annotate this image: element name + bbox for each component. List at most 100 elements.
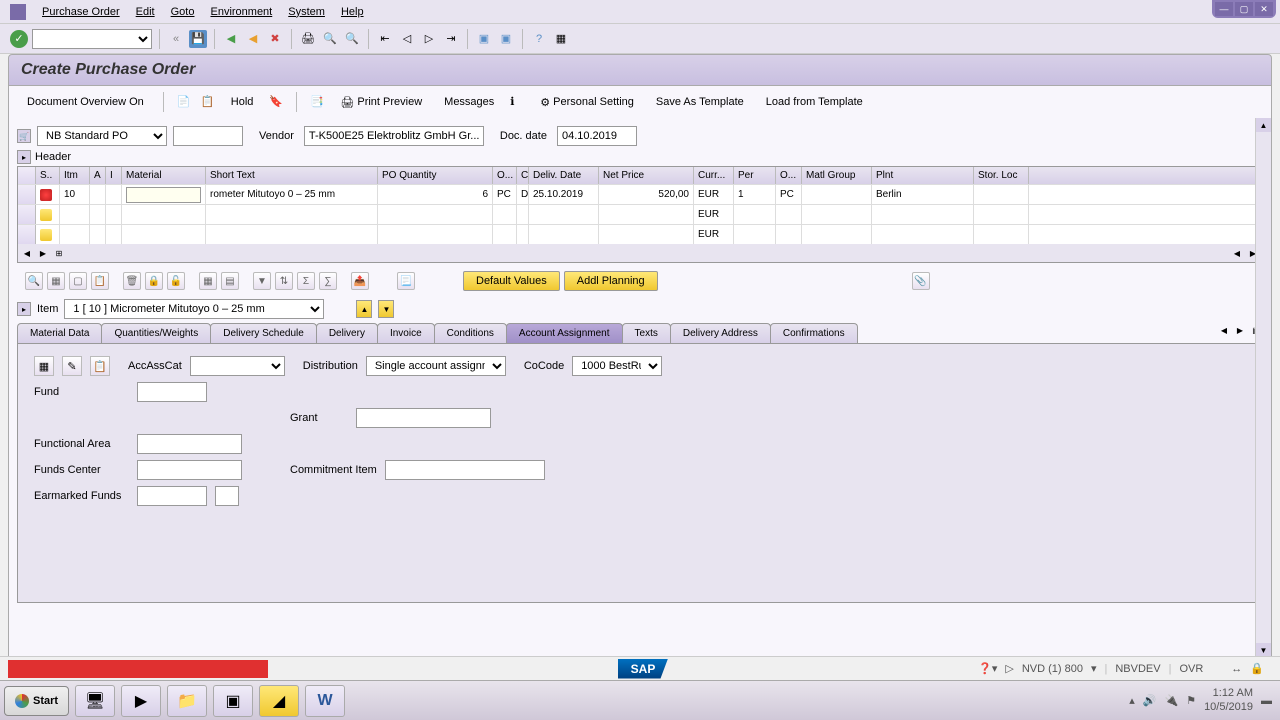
- doc-type-combo[interactable]: NB Standard PO: [37, 126, 167, 146]
- print-preview-button[interactable]: 🖨Print Preview: [334, 93, 428, 112]
- document-overview-button[interactable]: Document Overview On: [21, 93, 150, 111]
- tray-desktop-icon[interactable]: ▬: [1261, 695, 1272, 707]
- doc-type-icon[interactable]: 🛒: [17, 129, 31, 143]
- sort-icon[interactable]: ⇅: [275, 272, 293, 290]
- status-triangle-icon[interactable]: ▷: [1005, 662, 1013, 675]
- grid-row[interactable]: EUR: [18, 224, 1262, 244]
- item-down-icon[interactable]: ▼: [378, 300, 394, 318]
- copy-icon[interactable]: 📋: [91, 272, 109, 290]
- grid-icon[interactable]: ▦: [199, 272, 217, 290]
- col-price[interactable]: Net Price: [599, 167, 694, 184]
- select-all-icon[interactable]: ▦: [47, 272, 65, 290]
- edit-icon[interactable]: ✎: [62, 356, 82, 376]
- col-per[interactable]: Per: [734, 167, 776, 184]
- attachment-icon[interactable]: 📎: [912, 272, 930, 290]
- sum-icon[interactable]: Σ: [297, 272, 315, 290]
- default-values-button[interactable]: Default Values: [463, 271, 560, 291]
- copy2-icon[interactable]: 📋: [90, 356, 110, 376]
- item-up-icon[interactable]: ▲: [356, 300, 372, 318]
- menu-purchase-order[interactable]: Purchase Order: [34, 2, 128, 22]
- row-selector[interactable]: [18, 225, 36, 244]
- tab-material-data[interactable]: Material Data: [17, 323, 102, 343]
- hold-button[interactable]: Hold: [225, 93, 260, 111]
- vendor-input[interactable]: [304, 126, 484, 146]
- tray-network-icon[interactable]: 🔌: [1164, 694, 1178, 707]
- back-button-icon[interactable]: ◀: [222, 30, 240, 48]
- col-material[interactable]: Material: [122, 167, 206, 184]
- col-status[interactable]: S..: [36, 167, 60, 184]
- earmarked-funds-item-input[interactable]: [215, 486, 239, 506]
- taskbar-word-icon[interactable]: W: [305, 685, 345, 717]
- other-po-icon[interactable]: 📋: [201, 95, 215, 109]
- print-icon[interactable]: 🖨: [299, 30, 317, 48]
- taskbar-sapgui-icon[interactable]: ◢: [259, 685, 299, 717]
- col-shorttext[interactable]: Short Text: [206, 167, 378, 184]
- col-deliv[interactable]: Deliv. Date: [529, 167, 599, 184]
- scroll-left2-icon[interactable]: ◀: [1230, 246, 1244, 260]
- row-selector[interactable]: [18, 185, 36, 204]
- close-button[interactable]: ✕: [1255, 2, 1273, 16]
- new-session-icon[interactable]: ▣: [475, 30, 493, 48]
- tab-delivery-schedule[interactable]: Delivery Schedule: [210, 323, 317, 343]
- tab-next-icon[interactable]: ▶: [1233, 323, 1247, 337]
- deselect-icon[interactable]: ▢: [69, 272, 87, 290]
- item-collapse-icon[interactable]: ▸: [17, 302, 31, 316]
- table-view-icon[interactable]: ▦: [34, 356, 54, 376]
- first-page-icon[interactable]: ⇤: [376, 30, 394, 48]
- status-icon1[interactable]: ↔: [1231, 663, 1242, 675]
- item-combo[interactable]: 1 [ 10 ] Micrometer Mitutoyo 0 – 25 mm: [64, 299, 324, 319]
- help-icon[interactable]: ?: [530, 30, 548, 48]
- tab-delivery[interactable]: Delivery: [316, 323, 378, 343]
- col-qty[interactable]: PO Quantity: [378, 167, 493, 184]
- col-i[interactable]: I: [106, 167, 122, 184]
- find-icon[interactable]: 🔍: [321, 30, 339, 48]
- tab-account-assignment[interactable]: Account Assignment: [506, 323, 623, 343]
- docdate-input[interactable]: [557, 126, 637, 146]
- exit-icon[interactable]: ◀: [244, 30, 262, 48]
- info-icon[interactable]: ℹ: [510, 95, 524, 109]
- status-dropdown-icon[interactable]: ▾: [1091, 662, 1097, 675]
- col-a[interactable]: A: [90, 167, 106, 184]
- earmarked-funds-input[interactable]: [137, 486, 207, 506]
- accasscat-combo[interactable]: [190, 356, 285, 376]
- lock-icon[interactable]: 🔒: [145, 272, 163, 290]
- col-plnt[interactable]: Plnt: [872, 167, 974, 184]
- maximize-button[interactable]: ▢: [1235, 2, 1253, 16]
- menu-goto[interactable]: Goto: [163, 2, 203, 22]
- tab-confirmations[interactable]: Confirmations: [770, 323, 858, 343]
- command-field[interactable]: [32, 29, 152, 49]
- back-icon[interactable]: «: [167, 30, 185, 48]
- col-itm[interactable]: Itm: [60, 167, 90, 184]
- scroll-down-icon[interactable]: ▼: [1256, 643, 1271, 657]
- tab-conditions[interactable]: Conditions: [434, 323, 507, 343]
- taskbar-explorer-icon[interactable]: 🖥: [75, 685, 115, 717]
- shortcut-icon[interactable]: ▣: [497, 30, 515, 48]
- funds-center-input[interactable]: [137, 460, 242, 480]
- next-page-icon[interactable]: ▷: [420, 30, 438, 48]
- cocode-combo[interactable]: 1000 BestRu..: [572, 356, 662, 376]
- material-input[interactable]: [126, 187, 201, 203]
- park-icon[interactable]: 🔖: [269, 95, 283, 109]
- layout-icon[interactable]: ▦: [552, 30, 570, 48]
- find-next-icon[interactable]: 🔍: [343, 30, 361, 48]
- personal-setting-button[interactable]: ⚙Personal Setting: [534, 93, 640, 112]
- content-scrollbar[interactable]: ▲ ▼: [1255, 118, 1271, 657]
- col-storloc[interactable]: Stor. Loc: [974, 167, 1029, 184]
- check-icon[interactable]: 📑: [310, 95, 324, 109]
- addl-planning-button[interactable]: Addl Planning: [564, 271, 658, 291]
- cancel-icon[interactable]: ✖: [266, 30, 284, 48]
- tab-quantities[interactable]: Quantities/Weights: [101, 323, 211, 343]
- col-matlgrp[interactable]: Matl Group: [802, 167, 872, 184]
- save-template-button[interactable]: Save As Template: [650, 93, 750, 111]
- scroll-right-icon[interactable]: ▶: [36, 246, 50, 260]
- prev-page-icon[interactable]: ◁: [398, 30, 416, 48]
- filter-icon[interactable]: ▼: [253, 272, 271, 290]
- taskbar-folder-icon[interactable]: 📁: [167, 685, 207, 717]
- distribution-combo[interactable]: Single account assignm..: [366, 356, 506, 376]
- unlock-icon[interactable]: 🔓: [167, 272, 185, 290]
- tab-prev-icon[interactable]: ◀: [1217, 323, 1231, 337]
- row-selector[interactable]: [18, 205, 36, 224]
- grid-row[interactable]: EUR: [18, 204, 1262, 224]
- functional-area-input[interactable]: [137, 434, 242, 454]
- enter-icon[interactable]: ✓: [10, 30, 28, 48]
